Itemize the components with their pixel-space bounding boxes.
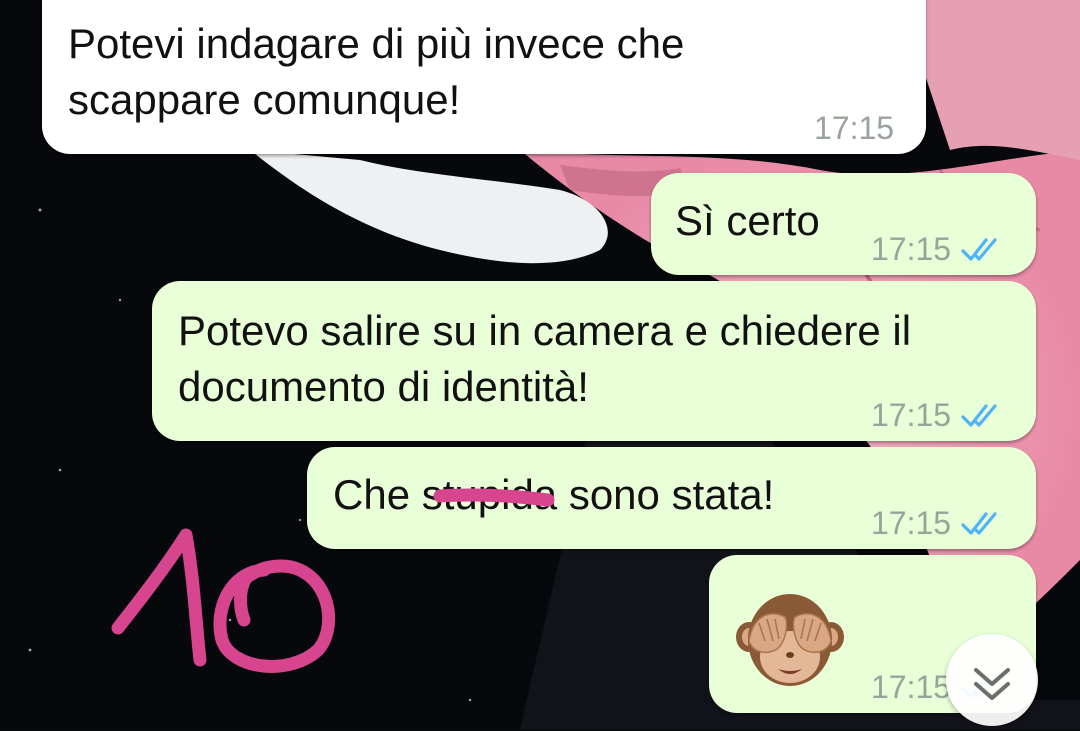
message-time: 17:15 <box>871 397 952 433</box>
message-time: 17:15 <box>871 505 952 541</box>
message-bubble-incoming-1[interactable]: Potevi indagare di più invece che scappa… <box>42 0 926 154</box>
message-bubble-outgoing-2[interactable]: Potevo salire su in camera e chiedere il… <box>152 281 1036 441</box>
message-time: 17:15 <box>871 231 952 267</box>
double-check-icon <box>961 238 997 261</box>
message-line: Sì certo <box>675 197 820 244</box>
message-time: 17:15 <box>814 110 895 146</box>
message-text-part: Che <box>333 471 422 518</box>
message-text: Che stupida sono stata! <box>333 467 774 523</box>
message-line: Potevo salire su in camera e chiedere il <box>178 307 912 354</box>
message-meta: 17:15 <box>814 100 894 156</box>
message-line: documento di identità! <box>178 363 589 410</box>
message-meta: 17:15 <box>871 495 1005 551</box>
double-chevron-down-icon <box>974 668 1010 700</box>
message-text-part: da sono stata! <box>510 471 775 518</box>
double-check-icon <box>961 404 997 427</box>
censored-word: stupi <box>421 471 511 518</box>
message-time: 17:15 <box>871 669 952 705</box>
message-line: Potevi indagare di più invece che <box>68 20 685 67</box>
message-meta: 17:15 <box>871 221 1005 277</box>
message-bubble-outgoing-1[interactable]: Sì certo 17:15 <box>651 173 1036 275</box>
double-check-icon <box>961 512 997 535</box>
message-line: scappare comunque! <box>68 76 461 123</box>
see-no-evil-monkey-icon <box>736 594 844 686</box>
scroll-to-bottom-button[interactable] <box>946 634 1038 726</box>
message-bubble-outgoing-3[interactable]: Che stupida sono stata! 17:15 <box>307 447 1036 549</box>
message-meta: 17:15 <box>871 387 1005 443</box>
